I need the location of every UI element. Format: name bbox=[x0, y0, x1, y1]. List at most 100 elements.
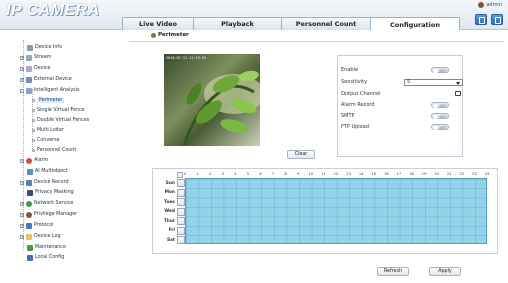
day-checkbox[interactable] bbox=[177, 236, 185, 244]
day-checkbox[interactable] bbox=[177, 188, 185, 197]
tab-configuration[interactable]: Configuration bbox=[370, 17, 460, 31]
analysis-icon bbox=[26, 87, 32, 94]
main-tabs: Live Video Playback Personnel Count Conf… bbox=[122, 17, 460, 31]
logout-button[interactable] bbox=[491, 14, 503, 25]
sidebar-item-device[interactable]: + Device bbox=[20, 65, 50, 72]
hour-label: 16 bbox=[384, 172, 389, 176]
day-checkbox[interactable] bbox=[177, 179, 185, 187]
sensitivity-row: Sensitivity bbox=[341, 78, 367, 86]
output-channel-icon[interactable] bbox=[455, 91, 461, 96]
sidebar-item-device-record[interactable]: + Device Record bbox=[20, 179, 69, 186]
expand-icon[interactable]: + bbox=[20, 234, 24, 239]
top-header: IP CAMERA admin Live Video Playback Pers… bbox=[0, 0, 508, 31]
sidebar-item-label: Single Virtual Fence bbox=[37, 108, 85, 113]
expand-icon[interactable]: + bbox=[20, 180, 24, 185]
enable-toggle[interactable]: OFF bbox=[431, 67, 449, 73]
sidebar-item-converse[interactable]: Converse bbox=[32, 137, 60, 144]
chevron-down-icon bbox=[456, 82, 460, 85]
collapse-icon[interactable]: - bbox=[20, 88, 24, 93]
sidebar-item-privilege-manager[interactable]: + Privilege Manager bbox=[20, 211, 77, 218]
sidebar-item-label: Double Virtual Fences bbox=[37, 118, 90, 123]
sidebar-item-label: Converse bbox=[37, 138, 60, 143]
ftp-upload-toggle[interactable]: OFF bbox=[431, 124, 449, 130]
apply-button[interactable]: Apply bbox=[429, 267, 461, 276]
day-checkbox[interactable] bbox=[177, 226, 185, 235]
schedule-cells[interactable] bbox=[185, 178, 487, 244]
expand-icon[interactable]: + bbox=[20, 223, 24, 228]
day-label: Thur bbox=[163, 218, 175, 224]
local-config-icon bbox=[27, 254, 33, 261]
tab-live-video[interactable]: Live Video bbox=[122, 17, 194, 30]
user-icon bbox=[478, 2, 485, 8]
sidebar-item-privacy-masking[interactable]: Privacy Masking bbox=[27, 189, 74, 196]
expand-icon[interactable]: + bbox=[20, 55, 24, 60]
day-row-mon: Mon bbox=[155, 188, 185, 197]
output-channel-label: Output Channel bbox=[341, 91, 381, 97]
sidebar-item-label: Device Info bbox=[35, 45, 63, 50]
record-icon bbox=[26, 179, 32, 186]
hour-label: 21 bbox=[446, 172, 452, 176]
expand-icon[interactable]: + bbox=[20, 66, 24, 71]
sidebar-item-local-config[interactable]: Local Config bbox=[27, 254, 64, 261]
smtp-toggle[interactable]: OFF bbox=[431, 113, 449, 119]
sidebar-item-multi-loiter[interactable]: Multi Loiter bbox=[32, 127, 64, 134]
hour-label: 1 bbox=[196, 172, 199, 176]
main-panel: Perimeter 2016-07-11 11:19:53 Clear Enab… bbox=[129, 30, 504, 283]
hour-label: 15 bbox=[371, 172, 377, 176]
day-label: Sat bbox=[166, 237, 175, 243]
sidebar-item-device-info[interactable]: Device Info bbox=[27, 44, 62, 51]
sidebar-item-intelligent-analysis[interactable]: - Intelligent Analysis bbox=[20, 87, 80, 94]
sidebar-item-stream[interactable]: + Stream bbox=[20, 54, 51, 61]
sidebar-item-network-service[interactable]: + Network Service bbox=[20, 200, 73, 207]
sidebar-item-alarm[interactable]: + Alarm bbox=[20, 157, 48, 164]
tab-personnel-count[interactable]: Personnel Count bbox=[281, 17, 371, 30]
hour-label: 20 bbox=[434, 172, 439, 176]
hour-label: 2 bbox=[209, 172, 212, 176]
clear-button[interactable]: Clear bbox=[287, 150, 315, 159]
user-area: admin bbox=[478, 2, 502, 8]
video-preview[interactable]: 2016-07-11 11:19:53 bbox=[164, 54, 260, 146]
sidebar-item-single-virtual-fence[interactable]: Single Virtual Fence bbox=[32, 107, 85, 114]
toggle-state: OFF bbox=[439, 114, 446, 119]
leaf-icon bbox=[32, 119, 35, 122]
hour-label: 12 bbox=[333, 172, 339, 176]
day-label: Tues bbox=[164, 199, 175, 205]
sidebar-item-maintenance[interactable]: Maintenance bbox=[27, 244, 66, 251]
enable-label: Enable bbox=[341, 67, 359, 73]
expand-icon[interactable]: + bbox=[20, 77, 24, 82]
sidebar-item-device-log[interactable]: + Device Log bbox=[20, 233, 61, 240]
sidebar-item-ai-multiobject[interactable]: AI Multiobject bbox=[27, 168, 68, 175]
hour-label: 14 bbox=[358, 172, 364, 176]
select-all-checkbox[interactable] bbox=[177, 172, 183, 178]
day-checkbox[interactable] bbox=[177, 207, 185, 216]
hour-label: 22 bbox=[459, 172, 465, 176]
leaf-icon bbox=[32, 149, 35, 152]
sidebar-item-perimeter[interactable]: Perimeter bbox=[32, 97, 65, 104]
sidebar-item-external-device[interactable]: + External Device bbox=[20, 76, 72, 83]
hour-label: 9 bbox=[297, 172, 300, 176]
sensitivity-select[interactable]: 5 bbox=[404, 79, 463, 86]
tab-playback[interactable]: Playback bbox=[193, 17, 282, 30]
expand-icon[interactable]: + bbox=[20, 201, 24, 206]
enable-row: Enable bbox=[341, 66, 358, 74]
day-row-sat: Sat bbox=[155, 236, 185, 245]
alarm-record-toggle[interactable]: OFF bbox=[431, 102, 449, 108]
settings-panel: Enable OFF Sensitivity 5 Output Channel … bbox=[337, 55, 463, 157]
sidebar-item-personnel-count[interactable]: Personnel Count bbox=[32, 147, 76, 154]
day-checkbox[interactable] bbox=[177, 198, 185, 206]
fullscreen-button[interactable] bbox=[475, 14, 487, 25]
sidebar-item-protocol[interactable]: + Protocol bbox=[20, 222, 53, 229]
expand-icon[interactable]: + bbox=[20, 212, 24, 217]
day-checkbox[interactable] bbox=[177, 217, 185, 225]
sidebar-item-double-virtual-fences[interactable]: Double Virtual Fences bbox=[32, 117, 89, 124]
day-row-wed: Wed bbox=[155, 207, 185, 216]
refresh-button[interactable]: Refresh bbox=[377, 267, 409, 276]
mask-icon bbox=[27, 189, 33, 196]
stream-icon bbox=[26, 54, 32, 61]
device-icon bbox=[26, 65, 32, 72]
user-name[interactable]: admin bbox=[486, 2, 502, 8]
sidebar-item-label: Privacy Masking bbox=[35, 190, 74, 195]
day-row-tues: Tues bbox=[155, 198, 185, 207]
alarm-record-label: Alarm Record bbox=[341, 102, 375, 108]
expand-icon[interactable]: + bbox=[20, 158, 24, 163]
